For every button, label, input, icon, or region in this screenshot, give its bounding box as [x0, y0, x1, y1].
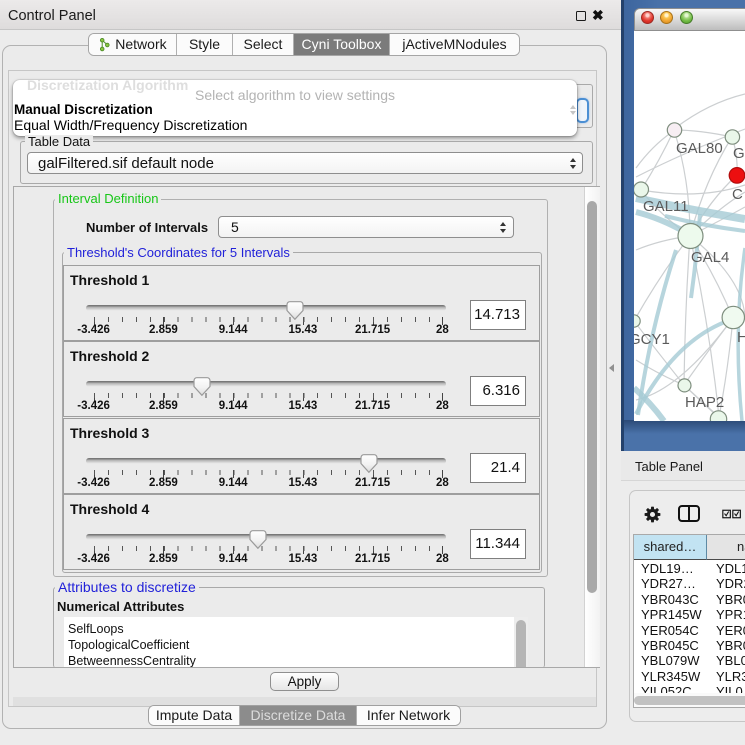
svg-text:GAL11: GAL11	[643, 198, 689, 215]
svg-text:HAP2: HAP2	[685, 394, 724, 411]
svg-text:G.: G.	[733, 145, 745, 162]
svg-text:GAL80: GAL80	[676, 140, 723, 157]
svg-text:GAL4: GAL4	[691, 249, 729, 266]
svg-text:C: C	[732, 186, 743, 203]
svg-text:GCY1: GCY1	[634, 331, 670, 348]
svg-text:H: H	[737, 329, 745, 346]
